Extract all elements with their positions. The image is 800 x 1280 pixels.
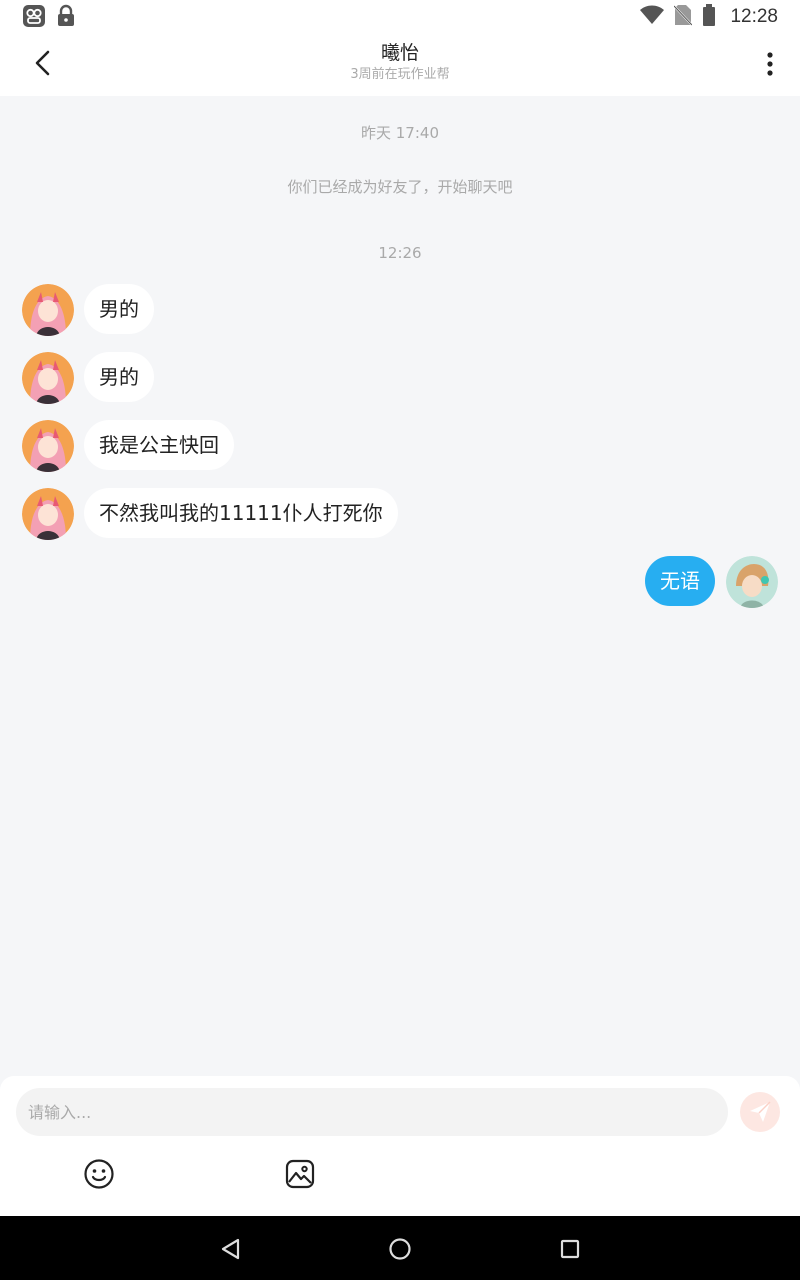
system-message: 你们已经成为好友了，开始聊天吧 bbox=[287, 178, 513, 196]
wifi-icon bbox=[640, 5, 665, 29]
message-input[interactable] bbox=[16, 1088, 728, 1136]
chat-status: 3周前在玩作业帮 bbox=[350, 67, 450, 82]
outgoing-message[interactable]: 无语 bbox=[645, 556, 715, 606]
nav-recents-icon[interactable] bbox=[555, 1234, 585, 1264]
nav-back-icon[interactable] bbox=[215, 1234, 245, 1264]
emoji-icon[interactable] bbox=[83, 1158, 115, 1190]
incoming-message[interactable]: 我是公主快回 bbox=[84, 420, 234, 470]
timestamp: 昨天 17:40 bbox=[361, 124, 439, 142]
more-vertical-icon[interactable] bbox=[758, 48, 782, 80]
clock: 12:28 bbox=[730, 6, 778, 27]
my-avatar[interactable] bbox=[726, 556, 778, 608]
status-bar: 12:28 bbox=[0, 0, 800, 32]
incoming-message[interactable]: 男的 bbox=[84, 352, 154, 402]
battery-icon bbox=[702, 4, 716, 30]
send-icon[interactable] bbox=[740, 1092, 780, 1132]
app-icon bbox=[22, 4, 46, 32]
contact-avatar[interactable] bbox=[22, 352, 74, 404]
lock-icon bbox=[56, 4, 76, 32]
image-icon[interactable] bbox=[284, 1158, 316, 1190]
nav-home-icon[interactable] bbox=[385, 1234, 415, 1264]
composer bbox=[0, 1076, 800, 1216]
chat-header: 曦怡 3周前在玩作业帮 bbox=[0, 32, 800, 96]
system-nav-bar bbox=[0, 1216, 800, 1280]
incoming-message[interactable]: 男的 bbox=[84, 284, 154, 334]
incoming-message[interactable]: 不然我叫我的11111仆人打死你 bbox=[84, 488, 398, 538]
contact-avatar[interactable] bbox=[22, 420, 74, 472]
timestamp: 12:26 bbox=[378, 244, 422, 262]
no-sim-icon bbox=[673, 4, 694, 30]
message-list[interactable]: 昨天 17:40 你们已经成为好友了，开始聊天吧 12:26 男的 男的 我是公… bbox=[0, 96, 800, 1076]
contact-avatar[interactable] bbox=[22, 284, 74, 336]
contact-avatar[interactable] bbox=[22, 488, 74, 540]
chat-title[interactable]: 曦怡 bbox=[0, 40, 800, 66]
